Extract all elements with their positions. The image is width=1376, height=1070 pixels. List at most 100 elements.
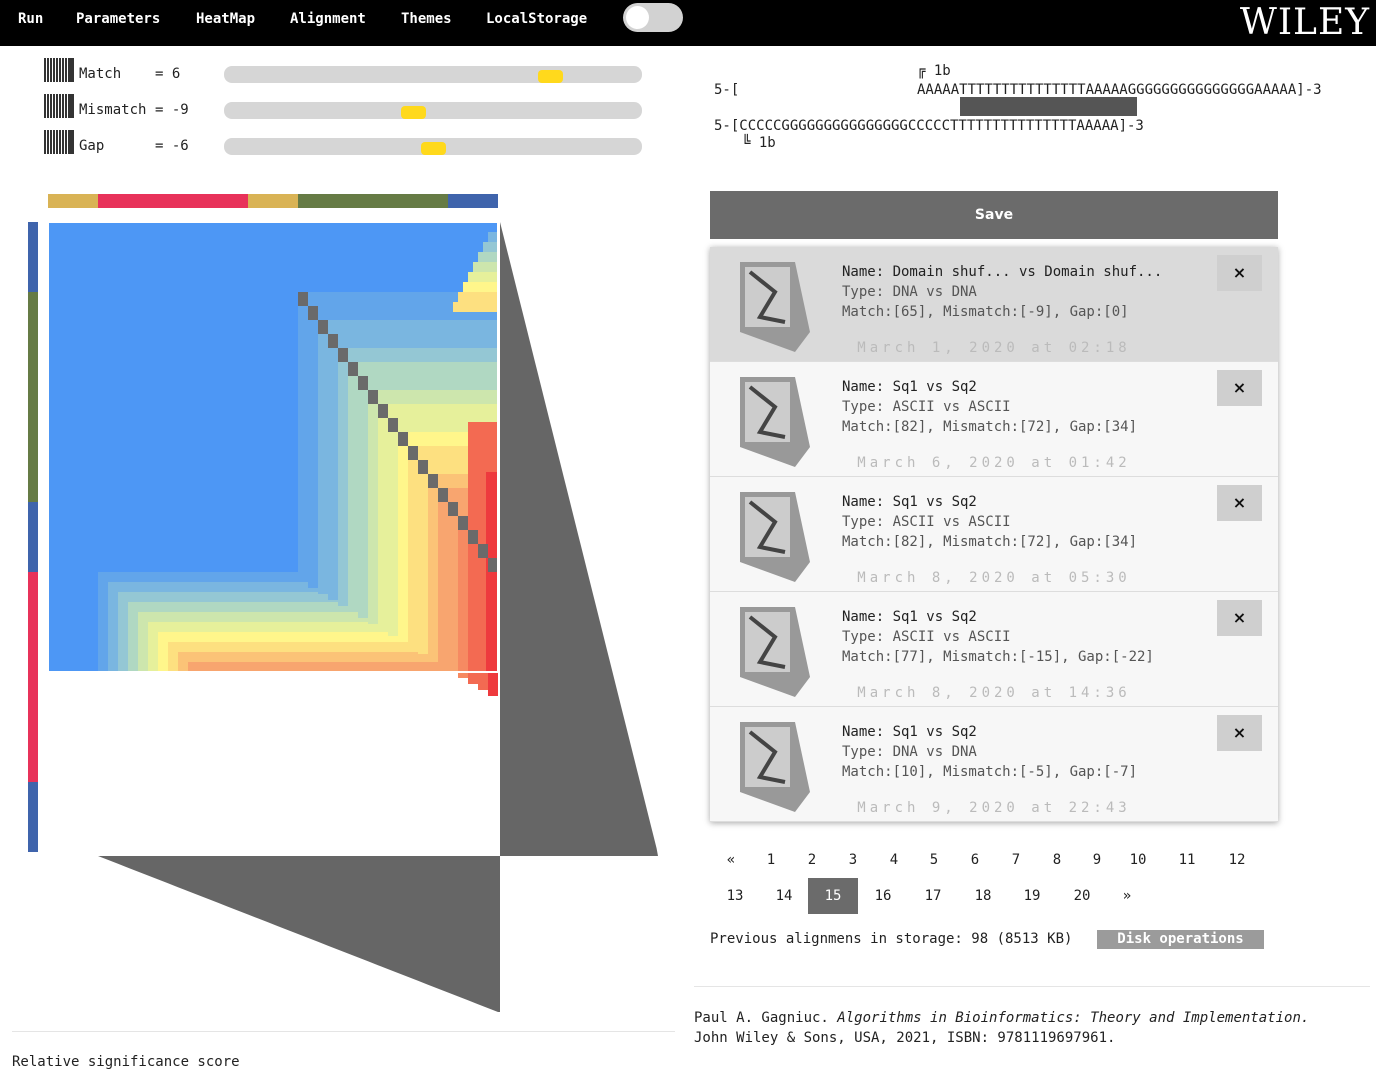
- delete-record-button[interactable]: ×: [1217, 485, 1262, 521]
- record-date: March 1, 2020 at 02:18: [857, 340, 1131, 356]
- record-type: Type: ASCII vs ASCII: [842, 514, 1011, 530]
- record-type: Type: ASCII vs ASCII: [842, 629, 1011, 645]
- page-link[interactable]: 18: [958, 878, 1008, 914]
- sequence-color-band: [98, 194, 248, 208]
- page-link[interactable]: 17: [908, 878, 958, 914]
- record-date: March 6, 2020 at 01:42: [857, 455, 1131, 471]
- relative-significance-label: Relative significance score: [12, 1054, 240, 1070]
- alignment-path-cell: [378, 404, 388, 418]
- sequence-color-band: [298, 194, 448, 208]
- alignment-thumbnail: [740, 262, 810, 352]
- alignment-path-cell: [458, 516, 468, 530]
- score-band: [478, 252, 498, 262]
- page-link[interactable]: 20: [1057, 878, 1107, 914]
- saved-alignment-item[interactable]: Name: Domain shuf... vs Domain shuf... Ty…: [710, 247, 1278, 362]
- citation-author: Paul A. Gagniuc.: [694, 1010, 838, 1026]
- page-link[interactable]: 12: [1212, 842, 1262, 878]
- alignment-path-cell: [448, 502, 458, 516]
- saved-alignment-item[interactable]: Name: Sq1 vs Sq2 Type: ASCII vs ASCII Matc…: [710, 477, 1278, 592]
- record-name: Name: Sq1 vs Sq2: [842, 494, 977, 510]
- top-marker-label: 1b: [933, 63, 951, 79]
- alignment-path-cell: [488, 558, 498, 572]
- sequence-color-band: [28, 292, 38, 502]
- record-type: Type: ASCII vs ASCII: [842, 399, 1011, 415]
- sequence-color-band: [28, 572, 38, 782]
- alignment-path-cell: [428, 474, 438, 488]
- delete-record-button[interactable]: ×: [1217, 715, 1262, 751]
- bottom-marker-label: 1b: [758, 135, 776, 151]
- page-link[interactable]: 16: [858, 878, 908, 914]
- record-params: Match:[65], Mismatch:[-9], Gap:[0]: [842, 304, 1129, 320]
- alignment-path-cell: [388, 418, 398, 432]
- alignment-path-cell: [348, 362, 358, 376]
- saved-alignment-item[interactable]: Name: Sq1 vs Sq2 Type: ASCII vs ASCII Matc…: [710, 362, 1278, 477]
- alignment-thumbnail: [740, 722, 810, 812]
- page-link[interactable]: 13: [710, 878, 760, 914]
- saved-alignment-item[interactable]: Name: Sq1 vs Sq2 Type: ASCII vs ASCII Matc…: [710, 592, 1278, 707]
- alignment-path-cell: [438, 488, 448, 502]
- citation: Paul A. Gagniuc. Algorithms in Bioinform…: [694, 1008, 1309, 1048]
- page-link[interactable]: 19: [1007, 878, 1057, 914]
- citation-publisher: John Wiley & Sons, USA, 2021, ISBN: 9781…: [694, 1030, 1116, 1046]
- alignment-path-cell: [418, 460, 428, 474]
- record-params: Match:[10], Mismatch:[-5], Gap:[-7]: [842, 764, 1138, 780]
- delete-record-button[interactable]: ×: [1217, 600, 1262, 636]
- score-matrix-heatmap: [28, 194, 658, 1012]
- score-band: [488, 232, 498, 242]
- alignment-thumbnail: [740, 377, 810, 467]
- score-band: [463, 282, 498, 292]
- disk-operations-button[interactable]: Disk operations: [1097, 930, 1264, 949]
- citation-title: Algorithms in Bioinformatics: Theory and…: [837, 1010, 1310, 1026]
- page-link[interactable]: 10: [1113, 842, 1163, 878]
- alignment-path-cell: [338, 348, 348, 362]
- alignment-path-cell: [318, 320, 328, 334]
- top-marker: ╔ 1b: [917, 63, 951, 79]
- column-score-profile: [98, 856, 500, 1012]
- sequence-color-band: [28, 782, 38, 852]
- sequence-color-band: [28, 502, 38, 572]
- bottom-sequence: 5-[CCCCCGGGGGGGGGGGGGGGCCCCCTTTTTTTTTTTT…: [714, 118, 1144, 134]
- record-date: March 8, 2020 at 05:30: [857, 570, 1131, 586]
- saved-alignments-list: Name: Domain shuf... vs Domain shuf... Ty…: [710, 247, 1278, 822]
- alignment-path-cell: [308, 306, 318, 320]
- record-date: March 9, 2020 at 22:43: [857, 800, 1131, 816]
- alignment-path-cell: [358, 376, 368, 390]
- delete-record-button[interactable]: ×: [1217, 370, 1262, 406]
- sequence-color-band: [448, 194, 498, 208]
- top-sequence: AAAAATTTTTTTTTTTTTTTAAAAAGGGGGGGGGGGGGGG…: [917, 82, 1322, 98]
- page-link[interactable]: 15: [808, 878, 858, 914]
- page-link[interactable]: 11: [1162, 842, 1212, 878]
- alignment-path-cell: [328, 334, 338, 348]
- record-type: Type: DNA vs DNA: [842, 744, 977, 760]
- record-name: Name: Sq1 vs Sq2: [842, 379, 977, 395]
- delete-record-button[interactable]: ×: [1217, 255, 1262, 291]
- alignment-match-bar: [960, 97, 1137, 116]
- divider: [694, 986, 1370, 987]
- save-button[interactable]: Save: [710, 191, 1278, 239]
- alignment-path-cell: [368, 390, 378, 404]
- sequence-color-band: [248, 194, 298, 208]
- page-link[interactable]: »: [1102, 878, 1152, 914]
- sequence-color-band: [48, 194, 98, 208]
- row-score-profile: [500, 222, 658, 856]
- record-params: Match:[82], Mismatch:[72], Gap:[34]: [842, 419, 1138, 435]
- divider: [12, 1031, 675, 1032]
- score-band: [468, 272, 498, 282]
- saved-alignment-item[interactable]: Name: Sq1 vs Sq2 Type: DNA vs DNA Match:[1…: [710, 707, 1278, 822]
- record-name: Name: Sq1 vs Sq2: [842, 609, 977, 625]
- record-type: Type: DNA vs DNA: [842, 284, 977, 300]
- alignment-path-cell: [478, 544, 488, 558]
- alignment-path-cell: [398, 432, 408, 446]
- score-band: [453, 302, 498, 312]
- alignment-thumbnail: [740, 607, 810, 697]
- wiley-logo: WILEY: [1239, 2, 1370, 43]
- record-params: Match:[82], Mismatch:[72], Gap:[34]: [842, 534, 1138, 550]
- alignment-path-cell: [408, 446, 418, 460]
- score-band: [483, 242, 498, 252]
- alignment-path-cell: [468, 530, 478, 544]
- alignment-thumbnail: [740, 492, 810, 582]
- top-sequence-prefix: 5-[: [714, 82, 740, 98]
- sequence-color-band: [28, 222, 38, 292]
- page-link[interactable]: 14: [759, 878, 809, 914]
- record-name: Name: Sq1 vs Sq2: [842, 724, 977, 740]
